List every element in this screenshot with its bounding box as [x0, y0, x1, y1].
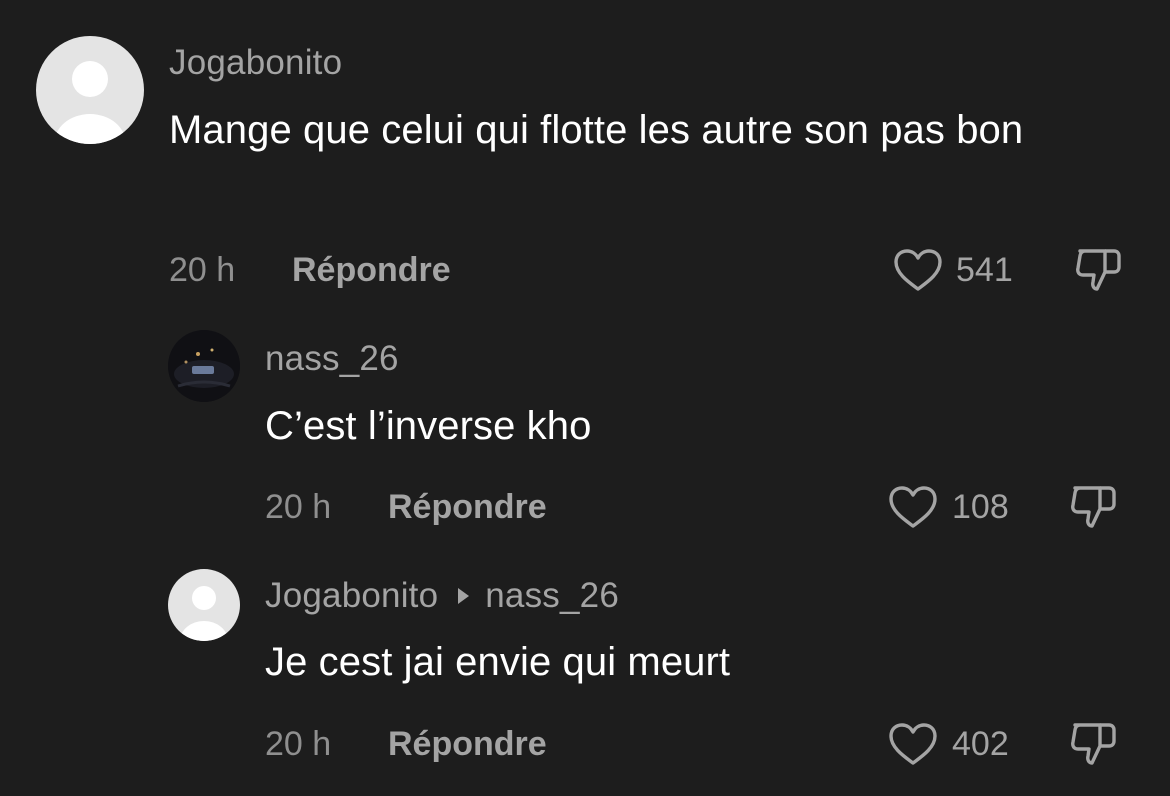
thumbs-down-outline-icon[interactable] [1067, 719, 1119, 769]
heart-outline-icon[interactable] [887, 721, 939, 767]
comment-timestamp: 20 h [265, 488, 332, 526]
comment-username-line: Jogabonito nass_26 [265, 576, 619, 616]
thumbs-down-outline-icon[interactable] [1072, 245, 1124, 295]
like-count: 108 [952, 488, 1009, 526]
default-avatar-icon [54, 61, 126, 144]
comment-timestamp: 20 h [169, 251, 236, 289]
default-avatar-icon [180, 586, 228, 641]
thumbs-down-outline-icon[interactable] [1067, 482, 1119, 532]
comment-username[interactable]: Jogabonito [265, 576, 438, 615]
comment-text: Mange que celui qui flotte les autre son… [169, 108, 1024, 152]
caret-right-icon [458, 588, 470, 605]
avatar[interactable] [168, 330, 240, 402]
avatar[interactable] [36, 36, 144, 144]
comment-text: Je cest jai envie qui meurt [265, 640, 731, 684]
reply-button[interactable]: Répondre [388, 725, 547, 764]
reply-to-username[interactable]: nass_26 [485, 576, 619, 615]
comment-timestamp: 20 h [265, 725, 332, 763]
like-count: 402 [952, 725, 1009, 763]
reply-button[interactable]: Répondre [388, 488, 547, 527]
reply-button[interactable]: Répondre [292, 251, 451, 290]
heart-outline-icon[interactable] [887, 484, 939, 530]
heart-outline-icon[interactable] [892, 247, 944, 293]
comment-username[interactable]: Jogabonito [169, 43, 342, 83]
avatar[interactable] [168, 569, 240, 641]
avatar-photo [168, 330, 240, 402]
comment-username[interactable]: nass_26 [265, 339, 399, 379]
like-count: 541 [956, 251, 1013, 289]
comment-text: C’est l’inverse kho [265, 404, 592, 448]
